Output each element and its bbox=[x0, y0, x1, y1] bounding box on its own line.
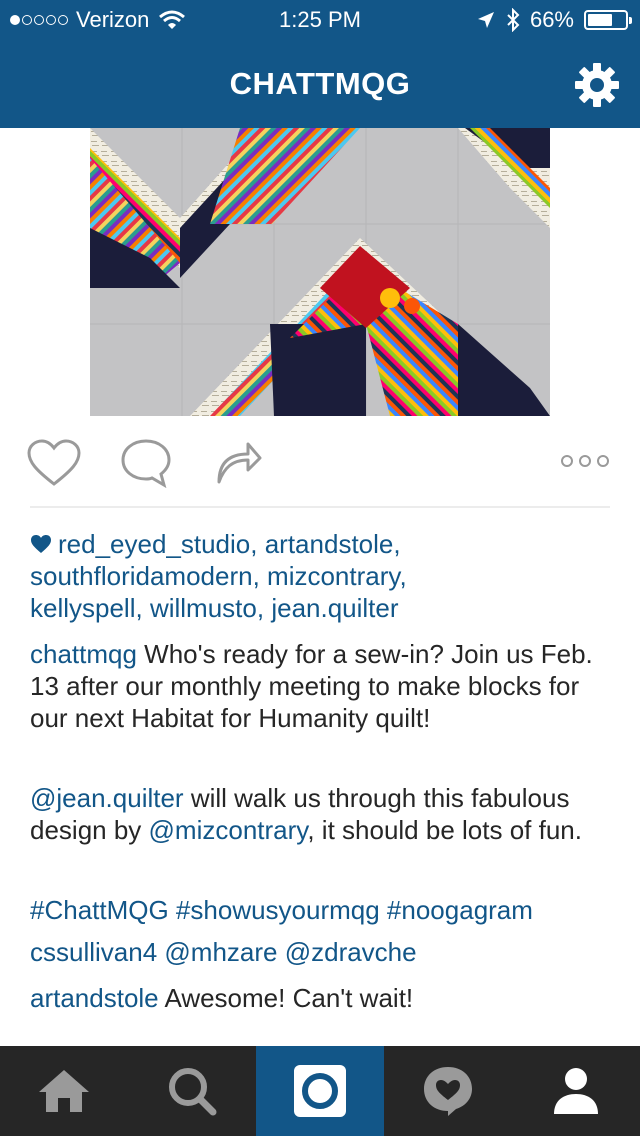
mention-link[interactable]: @jean.quilter bbox=[30, 783, 184, 813]
liker-link[interactable]: willmusto bbox=[150, 593, 257, 623]
nav-bar: CHATTMQG bbox=[0, 40, 640, 128]
camera-icon bbox=[294, 1065, 346, 1117]
tab-camera[interactable] bbox=[256, 1046, 384, 1136]
page-title: CHATTMQG bbox=[229, 66, 411, 101]
comment-text[interactable]: @mhzare @zdravche bbox=[157, 937, 416, 967]
liker-link[interactable]: kellyspell bbox=[30, 593, 136, 623]
status-bar: Verizon 1:25 PM 66% bbox=[0, 0, 640, 40]
search-icon bbox=[169, 1068, 217, 1116]
battery-percent: 66% bbox=[529, 7, 574, 32]
gear-icon[interactable] bbox=[574, 62, 620, 108]
caption-paragraph-2: @jean.quilter will walk us through this … bbox=[30, 782, 615, 846]
profile-icon bbox=[554, 1068, 598, 1114]
location-arrow-icon bbox=[477, 12, 494, 28]
divider bbox=[30, 506, 610, 508]
heart-filled-icon bbox=[31, 535, 51, 553]
liker-link[interactable]: artandstole bbox=[265, 529, 394, 559]
tab-activity[interactable] bbox=[384, 1046, 512, 1136]
activity-heart-icon bbox=[424, 1067, 472, 1116]
tab-profile[interactable] bbox=[512, 1046, 640, 1136]
post-photo[interactable] bbox=[90, 128, 550, 416]
comment-icon[interactable] bbox=[120, 438, 172, 488]
liker-link[interactable]: red_eyed_studio bbox=[58, 529, 250, 559]
comment-username[interactable]: cssullivan4 bbox=[30, 937, 157, 967]
tab-bar bbox=[0, 1046, 640, 1136]
heart-icon[interactable] bbox=[26, 438, 82, 488]
comment: cssullivan4 @mhzare @zdravche bbox=[30, 936, 615, 968]
comment-username[interactable]: artandstole bbox=[30, 983, 159, 1013]
more-options-icon[interactable] bbox=[560, 454, 610, 468]
comment: artandstole Awesome! Can't wait! bbox=[30, 982, 615, 1014]
bluetooth-icon bbox=[507, 8, 520, 32]
battery-icon bbox=[584, 10, 632, 30]
quilt-photo bbox=[90, 128, 550, 416]
comment-text: Awesome! Can't wait! bbox=[158, 983, 414, 1013]
caption-text: , it should be lots of fun. bbox=[307, 815, 582, 845]
share-icon[interactable] bbox=[214, 438, 262, 486]
likes-list: red_eyed_studio, artandstole, southflorid… bbox=[30, 529, 407, 623]
caption: chattmqg Who's ready for a sew-in? Join … bbox=[30, 638, 615, 734]
hashtags[interactable]: #ChattMQG #showusyourmqg #noogagram bbox=[30, 894, 615, 926]
battery-level bbox=[588, 14, 612, 26]
liker-link[interactable]: mizcontrary bbox=[267, 561, 399, 591]
caption-username[interactable]: chattmqg bbox=[30, 639, 137, 669]
status-right: 66% bbox=[476, 0, 632, 40]
home-icon bbox=[39, 1070, 89, 1112]
liker-link[interactable]: southfloridamodern bbox=[30, 561, 253, 591]
liker-link[interactable]: jean.quilter bbox=[271, 593, 398, 623]
tab-home[interactable] bbox=[0, 1046, 128, 1136]
post-actions bbox=[0, 420, 640, 506]
mention-link[interactable]: @mizcontrary bbox=[149, 815, 308, 845]
tab-search[interactable] bbox=[128, 1046, 256, 1136]
